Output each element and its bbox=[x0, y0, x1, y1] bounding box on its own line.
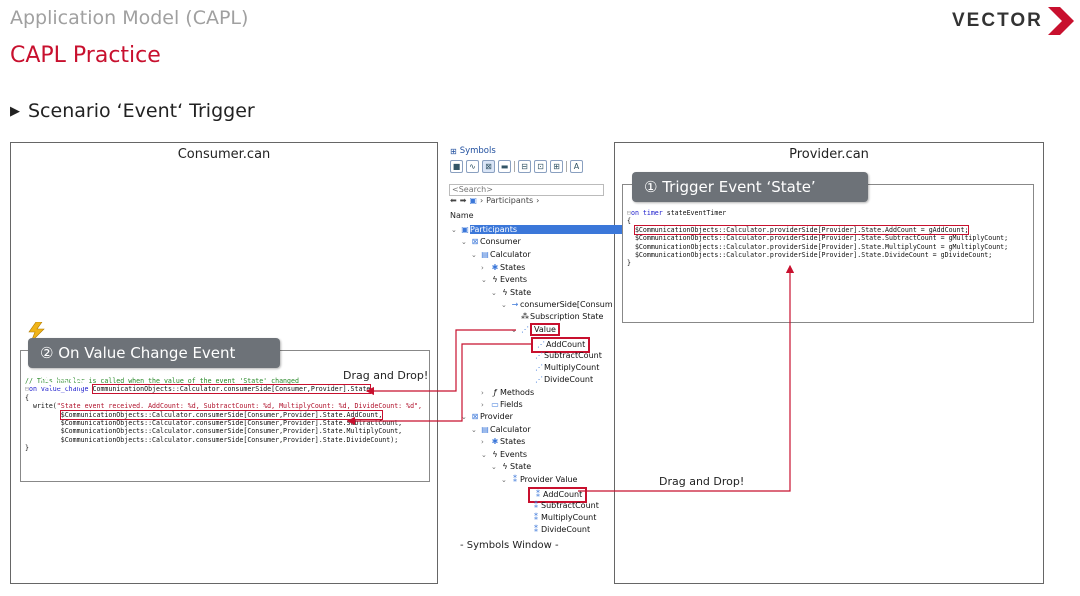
drag-drop-label-provider: Drag and Drop! bbox=[659, 475, 745, 488]
tree-item-state[interactable]: ⌄ ϟ State bbox=[491, 461, 531, 473]
provider-code-editor[interactable]: ⊟on timer stateEventTimer { $Communicati… bbox=[622, 184, 1034, 323]
tree-item-addcount[interactable]: ⋰AddCount bbox=[531, 337, 591, 353]
page-title: CAPL Practice bbox=[10, 43, 161, 68]
scenario-heading: ▶ Scenario ‘Event‘ Trigger bbox=[10, 100, 255, 122]
tree-item-dividecount[interactable]: ⋰DivideCount bbox=[534, 374, 593, 386]
tree-item-states[interactable]: › ✱ States bbox=[481, 436, 525, 448]
filter-icon[interactable]: ⊟ bbox=[518, 159, 531, 173]
tree-item-calculator[interactable]: ⌄ ▤Calculator bbox=[471, 249, 531, 261]
tree-item-provider-value[interactable]: ⌄ ⁑ Provider Value bbox=[501, 474, 577, 486]
consumer-panel-title: Consumer.can bbox=[177, 147, 271, 162]
toolbar-separator bbox=[514, 160, 515, 172]
tree-item-fields[interactable]: › ▭Fields bbox=[481, 399, 523, 411]
export-icon[interactable]: ⊞ bbox=[550, 159, 563, 173]
folder-icon: ▣ bbox=[469, 195, 477, 205]
stop-icon[interactable]: ■ bbox=[450, 159, 463, 173]
tree-item-subscription-state[interactable]: ⁂Subscription State bbox=[511, 311, 603, 323]
breadcrumb-separator: › bbox=[536, 195, 540, 205]
tree-item-calculator[interactable]: ⌄ ▤Calculator bbox=[471, 424, 531, 436]
breadcrumb-separator: › bbox=[479, 195, 484, 205]
symbols-icon: ⊞ bbox=[450, 146, 457, 156]
breadcrumb-participants[interactable]: Participants bbox=[486, 196, 533, 205]
tree-item-participants[interactable]: ⌄ ▣Participants bbox=[451, 224, 622, 236]
toolbar-separator bbox=[566, 160, 567, 172]
symbols-toolbar: ■ ∿ ⊠ ▬ ⊟ ⊡ ⊞ A bbox=[450, 158, 583, 174]
symbols-window: ⊞ Symbols ■ ∿ ⊠ ▬ ⊟ ⊡ ⊞ A ⬅ ➡ ▣ › Partic… bbox=[449, 143, 622, 553]
tree-item-state[interactable]: ⌄ ϟ State bbox=[491, 287, 531, 299]
tree-item-consumer-side[interactable]: ⌄ → consumerSide[Consum bbox=[501, 299, 613, 311]
font-icon[interactable]: A bbox=[570, 159, 583, 173]
tree-item-states[interactable]: › ✱ States bbox=[481, 262, 525, 274]
tree-item-events[interactable]: ⌄ ϟ Events bbox=[481, 274, 527, 286]
tree-item-value[interactable]: ⌄ ⋰ Value bbox=[511, 323, 560, 336]
tree-item-dividecount[interactable]: ⁑ DivideCount bbox=[531, 524, 590, 536]
diagram-icon[interactable]: ⊠ bbox=[482, 159, 495, 173]
logo-text: VECTOR bbox=[952, 10, 1043, 31]
tree-item-methods[interactable]: › ƒ Methods bbox=[481, 387, 534, 399]
forward-arrow-icon[interactable]: ➡ bbox=[460, 196, 467, 205]
scenario-text: Scenario ‘Event‘ Trigger bbox=[28, 100, 255, 122]
symbols-titlebar: ⊞ Symbols bbox=[450, 145, 496, 157]
breadcrumb-title: Application Model (CAPL) bbox=[10, 7, 249, 29]
symbols-title: Symbols bbox=[459, 146, 496, 156]
bullet-triangle-icon: ▶ bbox=[10, 104, 20, 119]
tree-item-multiplycount[interactable]: ⁑ MultiplyCount bbox=[531, 512, 596, 524]
tree-item-consumer[interactable]: ⌄ ⊠ Consumer bbox=[461, 236, 521, 248]
bus-icon[interactable]: ▬ bbox=[498, 159, 511, 173]
trigger-event-callout: ① Trigger Event ‘State’ bbox=[632, 172, 868, 202]
nav-bar: ⬅ ➡ ▣ › Participants › bbox=[450, 192, 539, 208]
tree-item-provider[interactable]: ⌄ ⊠ Provider bbox=[461, 411, 513, 423]
tree-item-addcount[interactable]: ⁑ AddCount bbox=[528, 487, 588, 503]
signal-icon[interactable]: ∿ bbox=[466, 159, 479, 173]
tree-item-subtractcount[interactable]: ⋰SubtractCount bbox=[534, 350, 602, 362]
tree-item-multiplycount[interactable]: ⋰MultiplyCount bbox=[534, 362, 599, 374]
tree-item-subtractcount[interactable]: ⁑ SubtractCount bbox=[531, 500, 599, 512]
on-value-change-callout: ② On Value Change Event ‘State’ bbox=[28, 338, 280, 392]
tree-item-events[interactable]: ⌄ ϟ Events bbox=[481, 449, 527, 461]
chevron-right-icon bbox=[1048, 7, 1074, 35]
provider-panel-title: Provider.can bbox=[789, 147, 869, 162]
provider-code: ⊟on timer stateEventTimer { $Communicati… bbox=[627, 209, 1009, 268]
column-header-name[interactable]: Name bbox=[450, 211, 474, 220]
copy-icon[interactable]: ⊡ bbox=[534, 159, 547, 173]
back-arrow-icon[interactable]: ⬅ bbox=[450, 196, 457, 205]
symbols-window-caption: - Symbols Window - bbox=[460, 540, 559, 551]
